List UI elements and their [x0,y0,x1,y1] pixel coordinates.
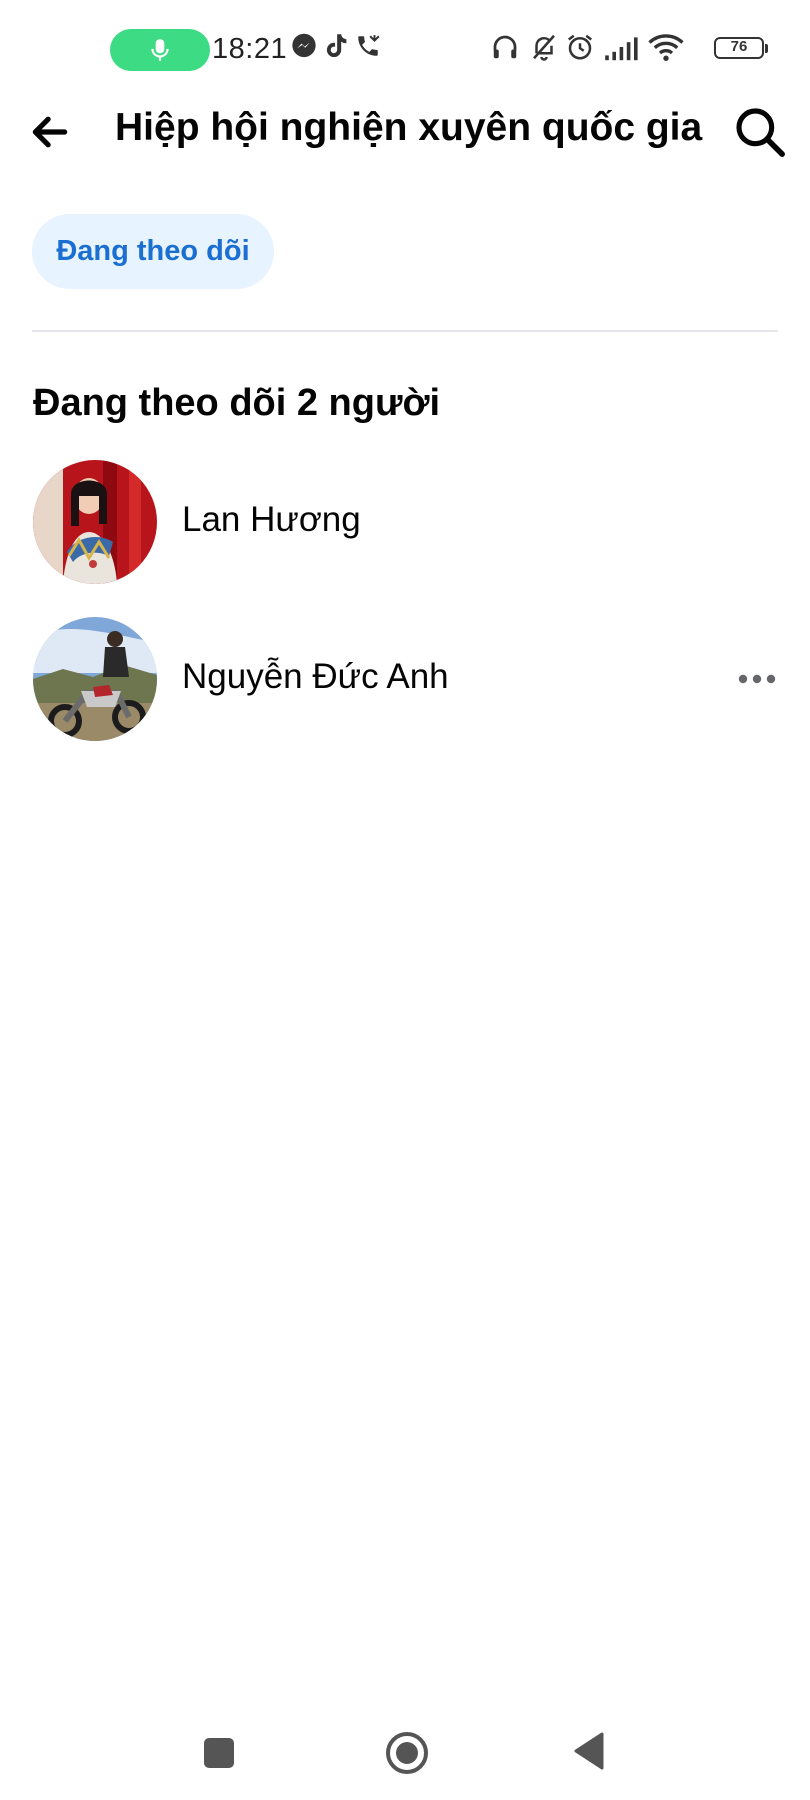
avatar-photo-nguyen-duc-anh [33,617,157,741]
filter-chip-label: Đang theo dõi [56,235,250,267]
status-bar: 18:21 76 [0,0,810,100]
battery-tip [765,44,768,53]
member-name: Nguyễn Đức Anh [182,657,449,696]
status-time: 18:21 [212,33,288,65]
avatar-photo-lan-huong [33,460,157,584]
member-row[interactable]: Lan Hương [0,460,810,590]
messenger-icon [292,33,316,58]
more-options-button[interactable] [732,661,782,697]
home-circle-icon [386,1732,428,1774]
divider [32,330,778,332]
headphones-icon [493,35,517,59]
microphone-icon [151,39,169,61]
search-button[interactable] [732,104,788,160]
nav-back-button[interactable] [572,1731,606,1776]
missed-call-icon [358,35,380,56]
home-button[interactable] [384,1730,430,1781]
recents-button[interactable] [202,1736,236,1775]
battery-level: 76 [730,38,748,55]
signal-icon [605,37,638,61]
battery-icon: 76 [714,37,764,59]
wifi-icon [648,34,684,61]
alarm-icon [568,34,592,60]
recents-square-icon [204,1738,234,1768]
more-horizontal-icon [738,674,776,684]
avatar[interactable] [33,617,157,741]
back-triangle-icon [574,1732,604,1770]
member-name: Lan Hương [182,500,361,539]
app-header: Hiệp hội nghiện xuyên quốc gia [0,100,810,160]
mic-active-indicator[interactable] [110,29,210,71]
tiktok-icon [326,34,347,58]
bell-off-icon [533,34,555,61]
section-heading: Đang theo dõi 2 người [33,382,441,424]
search-icon [736,108,785,157]
page-title: Hiệp hội nghiện xuyên quốc gia [115,106,703,149]
arrow-left-icon [32,116,68,148]
filter-chip-following[interactable]: Đang theo dõi [32,214,274,289]
back-button[interactable] [28,110,72,154]
avatar[interactable] [33,460,157,584]
system-nav-bar [0,1700,810,1800]
member-row[interactable]: Nguyễn Đức Anh [0,617,810,747]
